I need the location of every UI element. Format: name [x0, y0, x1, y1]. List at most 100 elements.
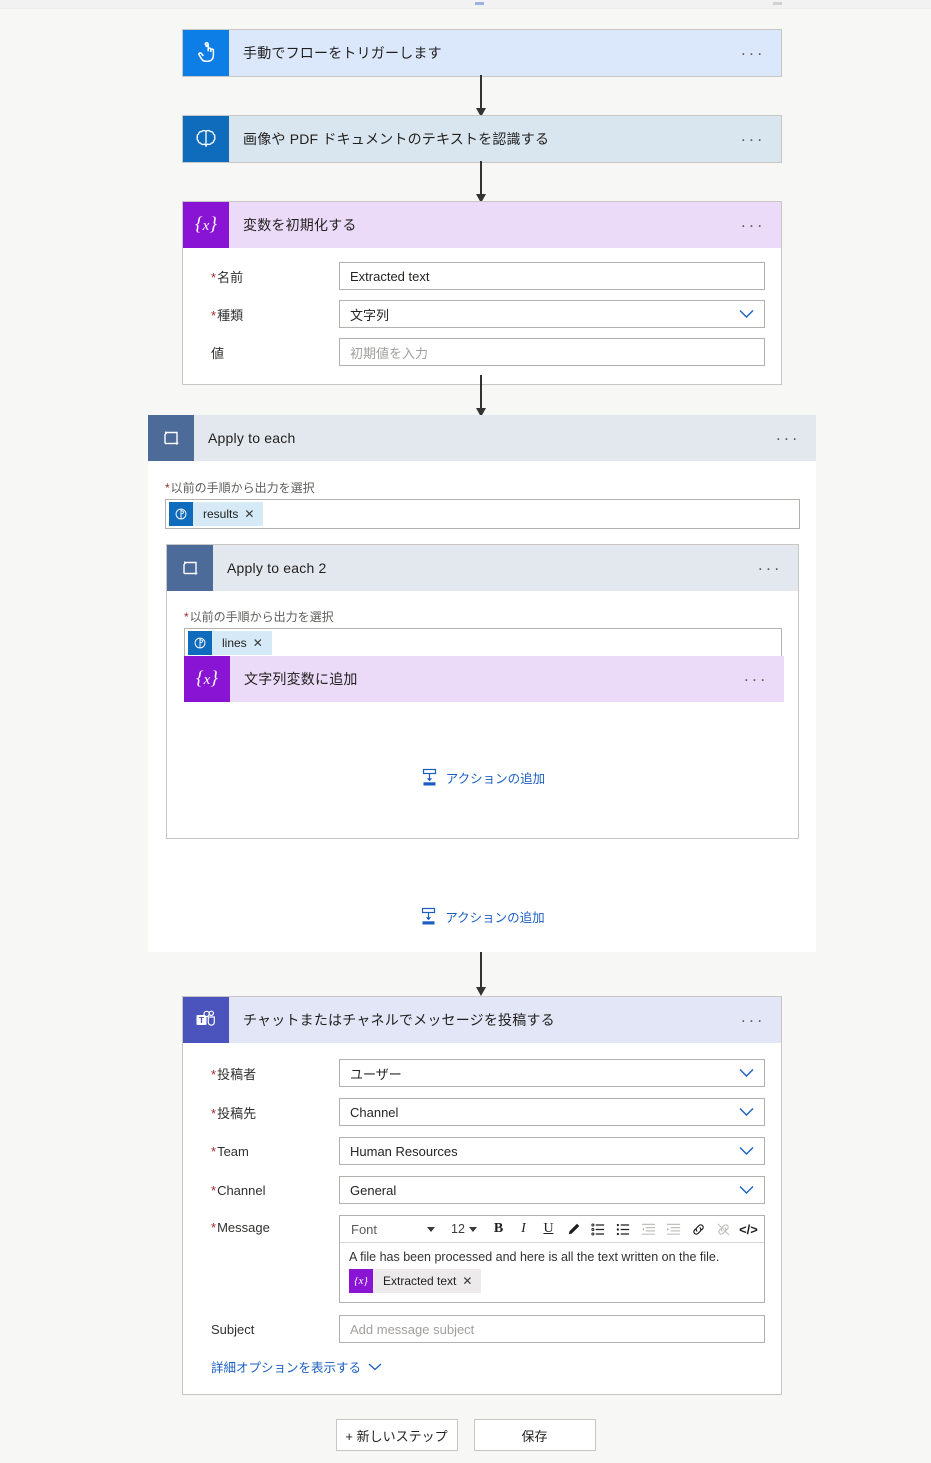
step-card-initialize-variable[interactable]: {x} 変数を初期化する ··· *名前 Extracted text *種類 …	[182, 201, 782, 385]
required-asterisk: *	[184, 610, 189, 624]
field-label: *投稿先	[211, 1105, 257, 1121]
add-action-button-inner[interactable]: アクションの追加	[167, 768, 798, 787]
form-row-post-as: *投稿者 ユーザー	[199, 1059, 765, 1087]
variable-braces-icon: {x}	[349, 1269, 373, 1293]
apply-to-each-2-source-input[interactable]: lines ✕	[184, 628, 782, 658]
add-action-button-outer[interactable]: アクションの追加	[148, 907, 816, 926]
canvas-top-edge	[0, 0, 931, 9]
form-row-team: *Team Human Resources	[199, 1137, 765, 1165]
chevron-down-icon	[739, 1108, 754, 1117]
numbered-list-icon[interactable]	[586, 1217, 611, 1241]
form-row-message: *Message Font 12 B I U </> A file has be…	[199, 1215, 765, 1303]
form-row-name: *名前 Extracted text	[199, 262, 765, 290]
font-family-dropdown[interactable]: Font	[342, 1217, 442, 1241]
font-size-dropdown[interactable]: 12	[442, 1217, 486, 1241]
required-asterisk: *	[165, 481, 170, 495]
card-menu-button[interactable]: ···	[741, 45, 765, 62]
step-card-append-to-string-variable[interactable]: {x} 文字列変数に追加 ···	[184, 656, 784, 702]
card-menu-button[interactable]: ···	[741, 131, 765, 148]
clipped-element-marker	[475, 2, 484, 5]
token-label: Extracted text	[383, 1274, 457, 1288]
code-view-button[interactable]: </>	[736, 1217, 761, 1241]
step-card-manual-trigger[interactable]: 手動でフローをトリガーします ···	[182, 29, 782, 77]
ai-builder-brain-icon	[169, 502, 193, 526]
chevron-down-icon	[739, 1069, 754, 1078]
step-title: 変数を初期化する	[243, 217, 357, 233]
ai-builder-brain-icon	[188, 631, 212, 655]
underline-button[interactable]: U	[536, 1217, 561, 1241]
post-as-select[interactable]: ユーザー	[339, 1059, 765, 1087]
remove-token-icon[interactable]: ✕	[251, 636, 272, 650]
post-in-select[interactable]: Channel	[339, 1098, 765, 1126]
connector-arrow	[476, 952, 486, 996]
new-step-button[interactable]: + 新しいステップ	[335, 1419, 458, 1451]
card-header: {x} 変数を初期化する ···	[183, 202, 781, 248]
add-action-icon	[419, 907, 438, 926]
subject-input[interactable]: Add message subject	[339, 1315, 765, 1343]
scope-field-label: *以前の手順から出力を選択	[184, 610, 334, 624]
bold-button[interactable]: B	[486, 1217, 511, 1241]
microsoft-teams-icon: T	[183, 997, 229, 1043]
message-text-line: A file has been processed and here is al…	[349, 1250, 720, 1264]
dynamic-content-token[interactable]: {x} Extracted text ✕	[349, 1269, 482, 1293]
required-asterisk: *	[211, 269, 217, 285]
decrease-indent-icon[interactable]	[636, 1217, 661, 1241]
token-label: lines	[222, 636, 247, 650]
card-menu-button[interactable]: ···	[758, 560, 782, 577]
variable-type-select[interactable]: 文字列	[339, 300, 765, 328]
field-label: 値	[211, 345, 225, 361]
show-advanced-options-link[interactable]: 詳細オプションを表示する	[199, 1357, 382, 1376]
advanced-options-label: 詳細オプションを表示する	[211, 1361, 362, 1375]
add-action-label: アクションの追加	[445, 911, 545, 925]
card-menu-button[interactable]: ···	[741, 1012, 765, 1029]
italic-button[interactable]: I	[511, 1217, 536, 1241]
step-title: Apply to each	[208, 430, 296, 446]
step-title: 画像や PDF ドキュメントのテキストを認識する	[243, 131, 550, 147]
flow-footer-actions: + 新しいステップ 保存	[0, 1419, 931, 1451]
bulleted-list-icon[interactable]	[611, 1217, 636, 1241]
form-row-value: 値 初期値を入力	[199, 338, 765, 366]
loop-repeat-icon	[167, 545, 213, 591]
increase-indent-icon[interactable]	[661, 1217, 686, 1241]
step-title: Apply to each 2	[227, 560, 327, 576]
dynamic-content-token[interactable]: results ✕	[169, 502, 264, 526]
step-card-apply-to-each[interactable]: Apply to each ··· *以前の手順から出力を選択 results …	[148, 415, 816, 952]
link-icon[interactable]	[686, 1217, 711, 1241]
channel-select[interactable]: General	[339, 1176, 765, 1204]
remove-token-icon[interactable]: ✕	[242, 507, 263, 521]
team-select[interactable]: Human Resources	[339, 1137, 765, 1165]
chevron-down-icon	[427, 1226, 435, 1232]
ai-builder-brain-icon	[183, 116, 229, 162]
chevron-down-icon	[739, 310, 754, 319]
chevron-down-icon	[739, 1186, 754, 1195]
remove-token-icon[interactable]: ✕	[460, 1274, 481, 1288]
add-action-icon	[420, 768, 439, 787]
highlighter-pen-icon[interactable]	[561, 1217, 586, 1241]
variable-value-input[interactable]: 初期値を入力	[339, 338, 765, 366]
dynamic-content-token[interactable]: lines ✕	[188, 631, 272, 655]
required-asterisk: *	[211, 1066, 217, 1082]
field-label: *Channel	[211, 1182, 266, 1198]
card-menu-button[interactable]: ···	[776, 430, 800, 447]
field-label: *名前	[211, 269, 244, 285]
step-title: 手動でフローをトリガーします	[243, 45, 442, 61]
field-label: *Message	[211, 1220, 270, 1235]
chevron-down-icon	[468, 1226, 477, 1232]
message-body[interactable]: A file has been processed and here is al…	[340, 1243, 764, 1302]
apply-to-each-source-input[interactable]: results ✕	[165, 499, 800, 529]
clipped-element-marker	[773, 2, 782, 5]
scope-field-label: *以前の手順から出力を選択	[165, 481, 315, 495]
unlink-icon[interactable]	[711, 1217, 736, 1241]
card-menu-button[interactable]: ···	[741, 217, 765, 234]
step-card-recognize-text[interactable]: 画像や PDF ドキュメントのテキストを認識する ···	[182, 115, 782, 163]
step-card-apply-to-each-2[interactable]: Apply to each 2 ··· *以前の手順から出力を選択 lines …	[166, 544, 799, 839]
variable-name-input[interactable]: Extracted text	[339, 262, 765, 290]
form-row-subject: Subject Add message subject	[199, 1315, 765, 1343]
card-menu-button[interactable]: ···	[744, 671, 768, 688]
step-card-post-message[interactable]: T チャットまたはチャネルでメッセージを投稿する ··· *投稿者 ユーザー *…	[182, 996, 782, 1395]
card-header: 手動でフローをトリガーします ···	[183, 30, 781, 76]
message-rich-text-editor[interactable]: Font 12 B I U </> A file has been proces…	[339, 1215, 765, 1303]
required-asterisk: *	[211, 1143, 217, 1159]
card-header: 画像や PDF ドキュメントのテキストを認識する ···	[183, 116, 781, 162]
save-button[interactable]: 保存	[473, 1419, 596, 1451]
